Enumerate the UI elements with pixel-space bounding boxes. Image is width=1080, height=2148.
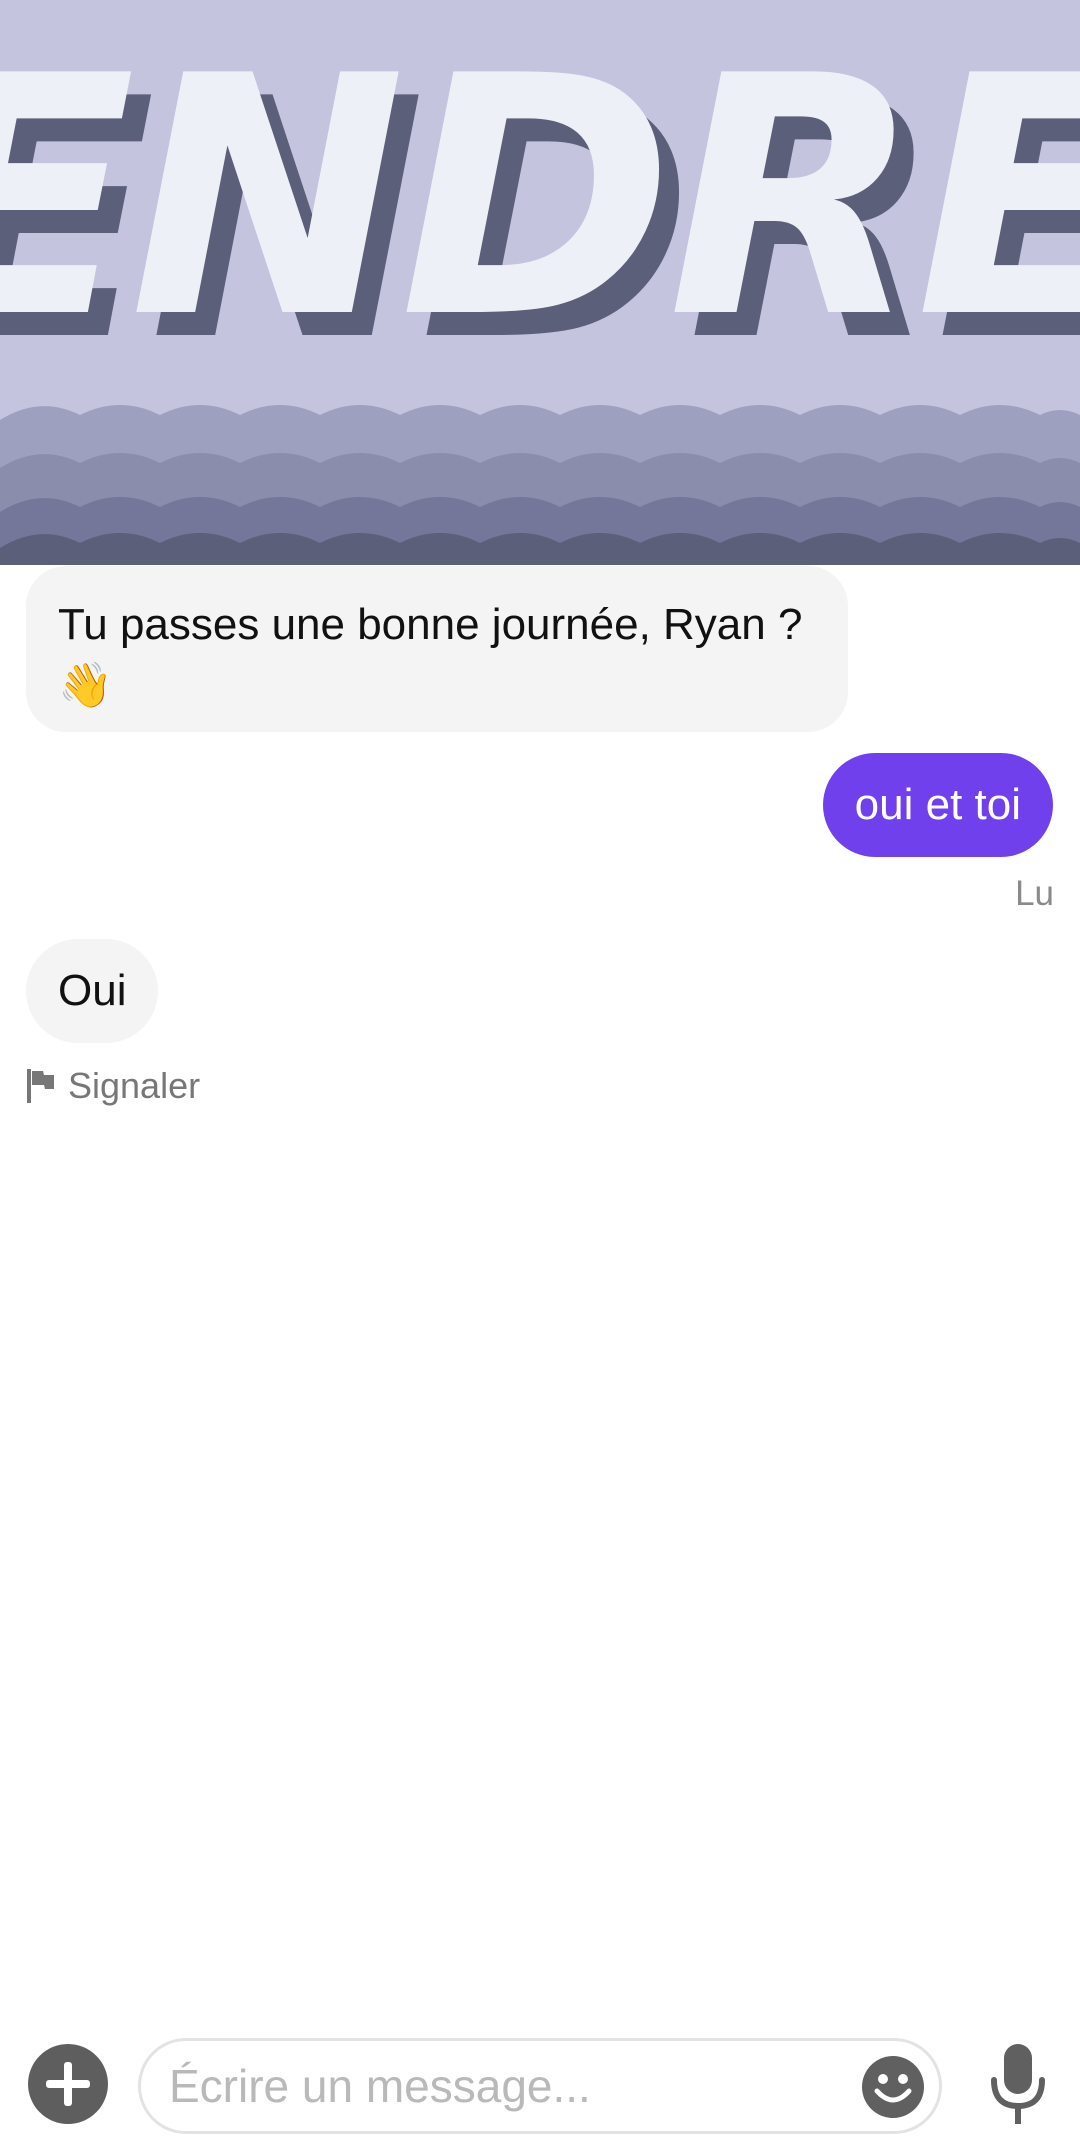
waving-hand-emoji: 👋: [58, 661, 113, 710]
read-receipt: Lu: [1015, 874, 1054, 913]
outgoing-message-bubble[interactable]: oui et toi: [822, 753, 1053, 857]
message-text: Oui: [58, 966, 127, 1015]
incoming-message-bubble[interactable]: Tu passes une bonne journée, Ryan ? 👋: [26, 566, 848, 732]
gif-message[interactable]: ENDRED ENDRED: [0, 0, 1080, 565]
report-link[interactable]: Signaler: [26, 1064, 200, 1108]
message-text: oui et toi: [854, 780, 1021, 829]
smiley-icon[interactable]: [861, 2055, 925, 2119]
gif-image: ENDRED ENDRED: [0, 0, 1080, 565]
report-label: Signaler: [68, 1065, 201, 1106]
chat-screen: ENDRED ENDRED Tu passes une bonne journé…: [0, 0, 1080, 2148]
message-composer: [0, 2030, 1080, 2140]
message-input-container[interactable]: [138, 2038, 942, 2134]
add-attachment-button[interactable]: [28, 2044, 108, 2124]
flag-icon: [27, 1069, 54, 1103]
svg-text:ENDRED: ENDRED: [0, 6, 1080, 390]
message-input[interactable]: [169, 2053, 849, 2119]
incoming-message-bubble[interactable]: Oui: [26, 939, 158, 1043]
microphone-icon[interactable]: [988, 2044, 1048, 2128]
message-text: Tu passes une bonne journée, Ryan ?: [58, 600, 803, 649]
